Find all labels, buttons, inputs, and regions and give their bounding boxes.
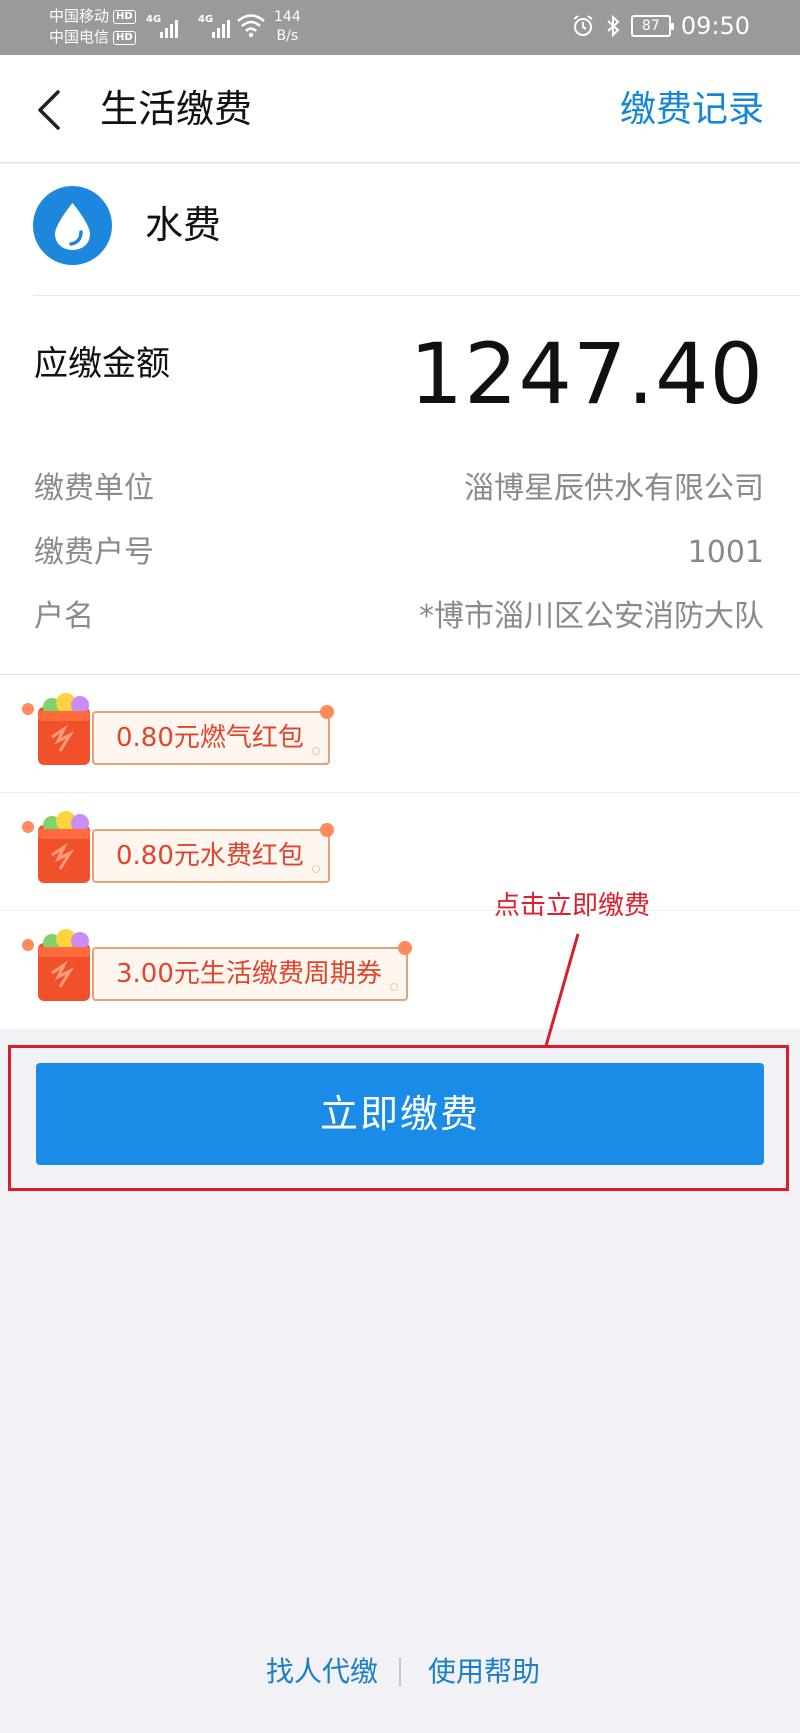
info-value-holder: *博市淄川区公安消防大队: [419, 599, 764, 634]
help-link[interactable]: 使用帮助: [428, 1650, 540, 1694]
bill-type-name: 水费: [145, 203, 222, 247]
coupon-item[interactable]: 3.00元生活缴费周期券: [0, 911, 800, 1029]
red-envelope-icon: [22, 811, 90, 883]
clock: 09:50: [680, 12, 750, 40]
coupon-tag: 0.80元水费红包: [92, 823, 334, 883]
divider: [33, 295, 800, 296]
info-label-holder: 户名: [34, 599, 94, 634]
bill-card: 水费 应缴金额 1247.40 缴费单位 淄博星辰供水有限公司 缴费户号 100…: [0, 164, 800, 674]
back-arrow-icon[interactable]: [32, 88, 66, 132]
battery-icon: 87: [630, 15, 674, 37]
coupon-text: 0.80元燃气红包: [116, 723, 304, 753]
annotation-highlight-box: [8, 1045, 789, 1191]
status-bar: 中国移动 HD 中国电信 HD 4G 4G 144 B/s 87 09:50: [0, 0, 800, 55]
coupon-tag: 0.80元燃气红包: [92, 705, 334, 765]
coupon-text: 3.00元生活缴费周期券: [116, 959, 382, 989]
water-drop-icon: [33, 186, 112, 265]
bill-type-row: 水费: [0, 164, 800, 296]
hd-badge: HD: [113, 9, 136, 24]
signal-indicators: 4G 4G: [146, 14, 238, 38]
info-label-account: 缴费户号: [34, 535, 154, 570]
info-value-account: 1001: [687, 535, 764, 570]
hd-badge: HD: [113, 30, 136, 45]
footer-links: 找人代缴 使用帮助: [0, 1650, 800, 1694]
carrier-1: 中国移动: [49, 7, 110, 25]
footer-separator: [399, 1658, 401, 1686]
wifi-icon: [237, 14, 265, 38]
coupon-list: 0.80元燃气红包 0.80元水费红包 3.00元生活缴费周期券: [0, 674, 800, 1029]
signal-icon: 4G: [198, 14, 238, 38]
red-envelope-icon: [22, 929, 90, 1001]
info-label-company: 缴费单位: [34, 471, 154, 506]
amount-label: 应缴金额: [34, 344, 170, 384]
red-envelope-icon: [22, 693, 90, 765]
nav-header: 生活缴费 缴费记录: [0, 55, 800, 163]
coupon-tag: 3.00元生活缴费周期券: [92, 941, 412, 1001]
coupon-text: 0.80元水费红包: [116, 841, 304, 871]
alarm-icon: [573, 15, 593, 36]
coupon-item[interactable]: 0.80元燃气红包: [0, 675, 800, 793]
carrier-2: 中国电信: [49, 28, 110, 46]
coupon-item[interactable]: 0.80元水费红包: [0, 793, 800, 911]
annotation-label: 点击立即缴费: [494, 891, 651, 921]
status-right: 87 09:50: [571, 12, 750, 40]
network-speed: 144 B/s: [274, 9, 301, 44]
amount-value: 1247.40: [409, 325, 764, 423]
bluetooth-icon: [607, 14, 620, 38]
carrier-info: 中国移动 HD 中国电信 HD: [49, 6, 136, 48]
signal-icon: 4G: [146, 14, 186, 38]
info-value-company: 淄博星辰供水有限公司: [464, 471, 764, 506]
pay-for-others-link[interactable]: 找人代缴: [266, 1650, 378, 1694]
payment-record-link[interactable]: 缴费记录: [620, 85, 764, 135]
page-title: 生活缴费: [100, 87, 253, 131]
